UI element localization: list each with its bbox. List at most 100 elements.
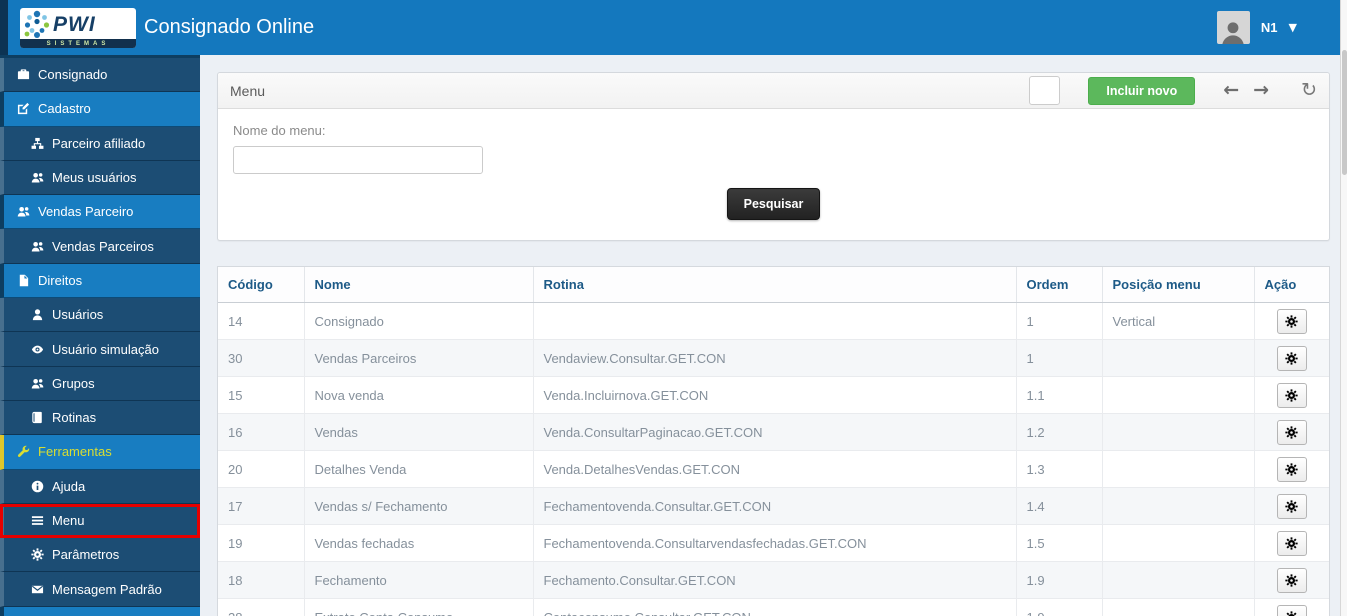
sidebar-item-grupos[interactable]: Grupos [0, 366, 200, 401]
sidebar-item-label: Consignado [38, 67, 108, 83]
sidebar-item-parametros[interactable]: Parâmetros [0, 538, 200, 573]
refresh-icon[interactable]: ↻ [1301, 81, 1317, 100]
chevron-down-icon[interactable]: ▼ [1289, 21, 1297, 34]
cell-nome: Extrato Conta Consumo [304, 598, 534, 616]
sidebar-item-ajuda[interactable]: Ajuda [0, 469, 200, 504]
cell-acao [1254, 487, 1329, 525]
vertical-scrollbar[interactable] [1340, 0, 1347, 616]
user-name[interactable]: N1 [1261, 20, 1278, 35]
sidebar-item-label: Vendas Parceiros [52, 238, 154, 254]
sidebar-item-label: Vendas Parceiro [38, 204, 134, 220]
cell-codigo: 14 [218, 302, 305, 340]
cell-ordem: 1.5 [1016, 524, 1103, 562]
pwi-logo-dots-icon [24, 10, 50, 38]
user-menu[interactable]: N1 ▼ [1216, 0, 1297, 55]
row-actions-gear-button[interactable] [1276, 604, 1307, 616]
user-icon [30, 308, 44, 322]
cell-nome: Nova venda [304, 376, 534, 414]
cell-acao [1254, 598, 1329, 616]
cell-nome: Consignado [304, 302, 534, 340]
sidebar-item-label: Cadastro [38, 101, 91, 117]
row-actions-gear-button[interactable] [1276, 567, 1307, 593]
users-icon [30, 171, 44, 185]
cell-ordem: 1.9 [1016, 561, 1103, 599]
arrow-right-icon[interactable]: → [1253, 81, 1269, 100]
menu-name-label: Nome do menu: [233, 123, 326, 138]
row-actions-gear-button[interactable] [1276, 308, 1307, 334]
pwi-logo[interactable]: PWI SISTEMAS [20, 8, 136, 48]
cell-posicao [1102, 524, 1255, 562]
row-actions-gear-button[interactable] [1276, 530, 1307, 556]
row-actions-gear-button[interactable] [1276, 419, 1307, 445]
info-circle-icon [30, 479, 44, 493]
sidebar-item-usuario-simulacao[interactable]: Usuário simulação [0, 332, 200, 367]
cell-codigo: 20 [218, 450, 305, 488]
file-text-icon [16, 273, 30, 287]
sidebar-item-label: Mensagem Padrão [52, 581, 162, 597]
search-button[interactable]: Pesquisar [726, 188, 821, 220]
cell-posicao [1102, 413, 1255, 451]
sidebar-item-direitos[interactable]: Direitos [0, 263, 200, 299]
table-row: 19 Vendas fechadas Fechamentovenda.Consult… [218, 524, 1329, 562]
sidebar-item-label: Ajuda [52, 478, 86, 494]
cell-codigo: 16 [218, 413, 305, 451]
top-header-bar: PWI SISTEMAS Consignado Online N1 ▼ [0, 0, 1347, 55]
sidebar-item-vendas-parceiros[interactable]: Vendas Parceiros [0, 229, 200, 264]
cell-rotina [533, 302, 1017, 340]
sidebar-item-cadastro[interactable]: Cadastro [0, 92, 200, 127]
sidebar-item-usuarios[interactable]: Usuários [0, 298, 200, 333]
sidebar-item-parceiro-afiliado[interactable]: Parceiro afiliado [0, 126, 200, 161]
table-row: 30 Vendas Parceiros Vendaview.Consultar.GE… [218, 339, 1329, 377]
include-new-button[interactable]: Incluir novo [1088, 76, 1196, 105]
cell-nome: Vendas s/ Fechamento [304, 487, 534, 525]
row-actions-gear-button[interactable] [1276, 345, 1307, 371]
sidebar-item-label: Direitos [38, 272, 83, 288]
sidebar-item-label: Meus usuários [52, 170, 137, 186]
book-icon [30, 411, 44, 425]
sidebar-item-meus-usuarios[interactable]: Meus usuários [0, 160, 200, 196]
cell-ordem: 1 [1016, 339, 1103, 377]
cell-acao [1254, 339, 1329, 377]
menu-table: Código Nome Rotina Ordem Posição menu Ação 14… [217, 266, 1330, 616]
cell-nome: Vendas fechadas [304, 524, 534, 562]
sidebar-item-consignado[interactable]: Consignado [0, 58, 200, 93]
sidebar-item-label: Rotinas [52, 410, 97, 426]
row-actions-gear-button[interactable] [1276, 493, 1307, 519]
arrow-left-icon[interactable]: ← [1223, 81, 1239, 100]
scrollbar-thumb[interactable] [1342, 50, 1347, 175]
users-icon [30, 239, 44, 253]
page-title: Consignado Online [144, 16, 315, 38]
cell-posicao: Vertical [1102, 302, 1255, 340]
sidebar-item-mensagem-padrao[interactable]: Mensagem Padrão [0, 572, 200, 607]
cell-codigo: 28 [218, 598, 305, 616]
cell-posicao [1102, 487, 1255, 525]
pwi-logo-text: PWI [53, 12, 96, 36]
excel-export-button[interactable]: X [1029, 76, 1061, 108]
cell-codigo: 19 [218, 524, 305, 562]
sidebar-item-vendas-parceiro[interactable]: Vendas Parceiro [0, 195, 200, 230]
sidebar-item-label: Usuários [52, 307, 104, 323]
cell-rotina: Fechamentovenda.Consultarvendasfechadas.… [533, 524, 1017, 562]
avatar[interactable] [1216, 11, 1250, 44]
cell-rotina: Fechamento.Consultar.GET.CON [533, 561, 1017, 599]
cell-acao [1254, 302, 1329, 340]
cell-rotina: Venda.Incluirnova.GET.CON [533, 376, 1017, 414]
sidebar-item-ferramentas[interactable]: Ferramentas [0, 435, 200, 470]
sidebar-item-menu[interactable]: Menu [0, 503, 200, 539]
row-actions-gear-button[interactable] [1276, 456, 1307, 482]
column-header-rotina: Rotina [533, 267, 1017, 303]
sidebar-item-partial[interactable] [0, 606, 200, 616]
sidebar-item-label: Parâmetros [52, 547, 120, 563]
menu-name-input[interactable] [233, 146, 483, 174]
cell-ordem: 1.4 [1016, 487, 1103, 525]
pwi-logo-subtext: SISTEMAS [20, 39, 136, 48]
users-icon [16, 205, 30, 219]
row-actions-gear-button[interactable] [1276, 382, 1307, 408]
cell-rotina: Vendaview.Consultar.GET.CON [533, 339, 1017, 377]
gear-icon [30, 548, 44, 562]
sidebar-item-rotinas[interactable]: Rotinas [0, 400, 200, 436]
cell-posicao [1102, 450, 1255, 488]
cell-acao [1254, 413, 1329, 451]
column-header-acao: Ação [1254, 267, 1329, 303]
cell-nome: Vendas [304, 413, 534, 451]
